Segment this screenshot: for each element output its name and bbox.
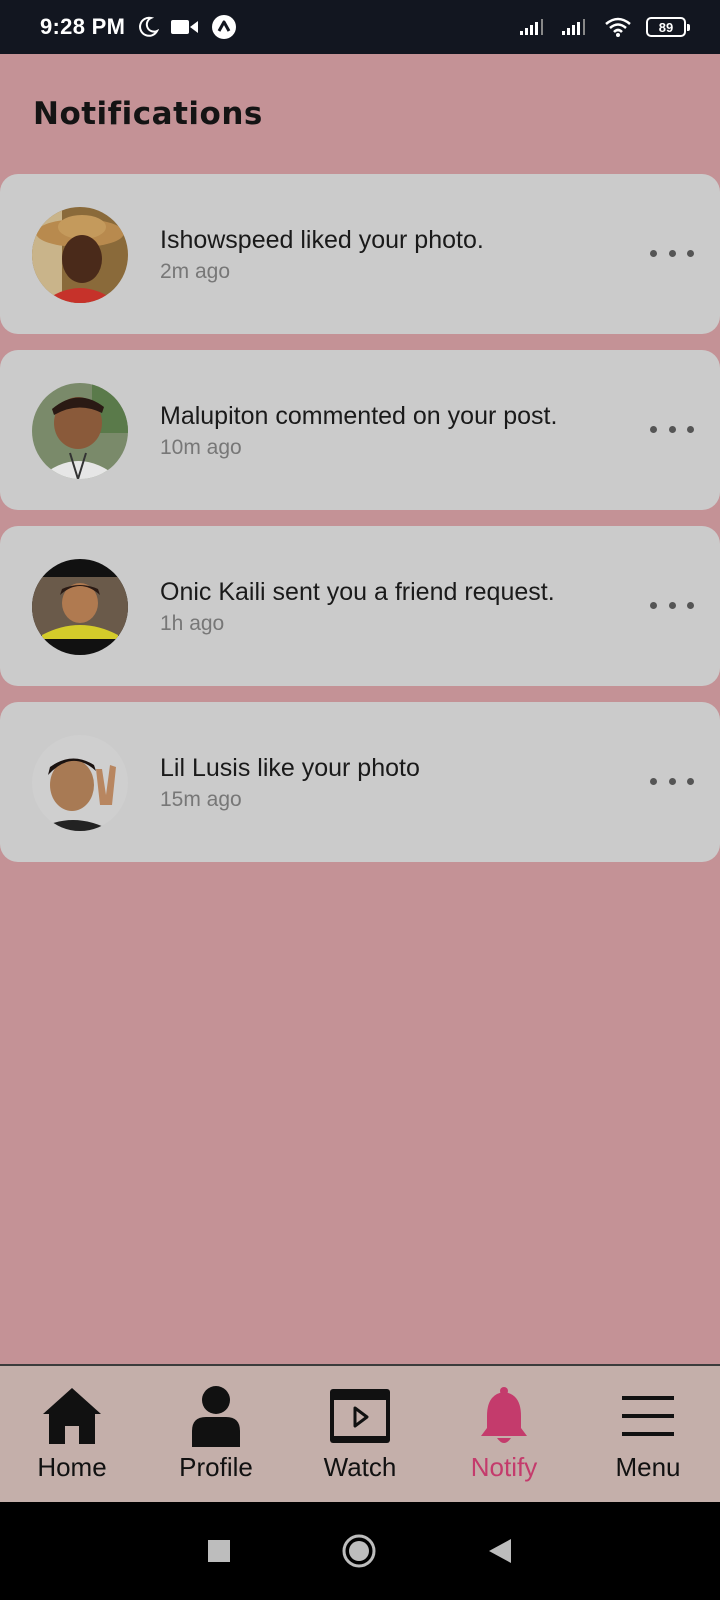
notification-message: Malupiton commented on your post. [160,402,558,430]
notification-card[interactable]: Ishowspeed liked your photo. 2m ago [0,174,720,334]
notification-card[interactable]: Malupiton commented on your post. 10m ag… [0,350,720,510]
page-title: Notifications [33,96,263,132]
notification-card[interactable]: Onic Kaili sent you a friend request. 1h… [0,526,720,686]
more-options-button[interactable] [650,414,694,444]
notification-list: Ishowspeed liked your photo. 2m ago Malu… [0,174,720,878]
user-icon [184,1384,248,1448]
hamburger-menu-icon [616,1384,680,1448]
battery-icon: 89 [646,17,690,37]
nav-label: Home [37,1452,107,1482]
more-options-button[interactable] [650,590,694,620]
system-nav-bar [0,1502,720,1600]
avatar-ishowspeed[interactable] [32,207,128,303]
notification-message: Onic Kaili sent you a friend request. [160,578,555,606]
dot-icon [650,249,657,257]
app-badge-icon [211,14,237,40]
bottom-nav: Home Profile Watch Notify Menu [0,1364,720,1502]
nav-notify[interactable]: Notify [432,1366,576,1502]
bell-icon [472,1384,536,1448]
video-play-icon [328,1384,392,1448]
home-system-button[interactable] [341,1533,377,1569]
more-options-button[interactable] [650,238,694,268]
dot-icon [687,249,694,257]
nav-menu[interactable]: Menu [576,1366,720,1502]
home-icon [40,1384,104,1448]
moon-icon [137,16,160,38]
back-button[interactable] [487,1537,513,1565]
nav-profile[interactable]: Profile [144,1366,288,1502]
dot-icon [650,425,657,433]
nav-label: Profile [179,1452,253,1482]
status-bar: 9:28 PM 89 [0,0,720,54]
dot-icon [687,777,694,785]
status-time: 9:28 PM [40,14,126,39]
dot-icon [668,425,676,433]
nav-label: Notify [470,1452,538,1482]
avatar-onic-kaili[interactable] [32,559,128,655]
nav-home[interactable]: Home [0,1366,144,1502]
status-left: 9:28 PM [40,14,237,40]
battery-level: 89 [658,19,674,35]
back-triangle-icon [489,1539,511,1563]
notification-card[interactable]: Lil Lusis like your photo 15m ago [0,702,720,862]
nav-label: Menu [615,1452,681,1482]
more-options-button[interactable] [650,766,694,796]
dot-icon [668,601,676,609]
signal-icon [520,17,548,37]
dot-icon [668,249,676,257]
dot-icon [650,777,657,785]
circle-icon [342,1534,376,1568]
notification-time: 1h ago [160,612,225,635]
wifi-icon [604,16,632,38]
video-camera-icon [171,18,199,36]
notification-text: Lil Lusis like your photo 15m ago [160,752,630,812]
dot-icon [668,777,676,785]
notification-text: Malupiton commented on your post. 10m ag… [160,400,630,460]
avatar-malupiton[interactable] [32,383,128,479]
nav-watch[interactable]: Watch [288,1366,432,1502]
avatar-lil-lusis[interactable] [32,735,128,831]
nav-label: Watch [323,1452,397,1482]
notification-message: Ishowspeed liked your photo. [160,226,484,254]
dot-icon [687,601,694,609]
notification-time: 10m ago [160,436,242,459]
recent-apps-button[interactable] [207,1539,231,1563]
notification-text: Ishowspeed liked your photo. 2m ago [160,224,630,284]
notification-time: 15m ago [160,788,242,811]
notification-text: Onic Kaili sent you a friend request. 1h… [160,576,630,636]
signal-icon [562,17,590,37]
notification-time: 2m ago [160,260,231,283]
dot-icon [687,425,694,433]
square-icon [208,1540,230,1562]
status-right: 89 [520,16,690,38]
notification-message: Lil Lusis like your photo [160,754,420,782]
dot-icon [650,601,657,609]
